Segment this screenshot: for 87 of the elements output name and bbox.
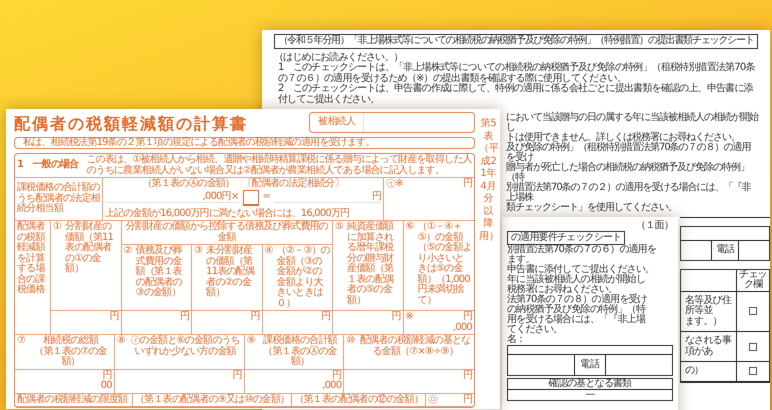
cell-text: （第１表の配偶者の⑨又は⑩の金額） [135,394,290,404]
name-label: 名： [507,335,526,345]
note-text: 及び免除の特例」（租税特別措置法第70条の７の８）の適用を受け [506,143,752,163]
circled-number: ⑦ [17,336,26,346]
circled-number: ④ [264,246,273,256]
note-text: 年に当該被相続人の相続が開始し [507,275,646,285]
cell-mark: ㋑※ [386,179,403,190]
cell-mark: ※ [406,312,414,322]
unit-label: 円 [320,312,330,322]
unit-label: 円 [109,312,118,322]
page-label: （１面） [636,220,673,231]
column-text: ㋑の金額と⑥の金額のうちいずれか少ない方の金額 [130,336,241,357]
field-label: 被相続人 [310,113,364,132]
circled-number: ⑩ [346,336,354,346]
circled-number: ⑤ [335,222,344,232]
column-text: （第１表の⑦の金額） [33,346,108,368]
unit-label: 円 [250,312,260,322]
circled-number: ⑨ [246,336,255,346]
cell-text: （第１表の配偶者の⑫の金額） [294,394,424,404]
group-heading: 分割財産の価額から控除する債務及び葬式費用の金額 [126,221,328,242]
circled-number: ⑧ [116,336,125,346]
section-heading: 1 一般の場合 [17,160,78,171]
column-text: 分割財産の価額（第11表の配偶者の①の金額） [65,222,114,274]
phone-label: 電話 [575,355,606,375]
form-number-label: 第5表（平成21年4月分以降用） [479,117,498,244]
column-text: （第１表のⒶの金額） [262,346,338,368]
equals-sign: = [262,192,270,203]
column-text: 課税価格の合計額 [262,336,338,346]
column-header: チェック欄 [738,270,768,290]
row-label: 配偶者の税額軽減額を計算する場合の課税価格 [17,221,45,295]
note-text: 用を受ける場合には、「『非上場 [507,315,647,325]
declaration-text: 私は、相続税法第19条の２第１項の規定による配偶者の税額軽減の適用を受けます。 [23,136,375,148]
unit-label: 円 [462,394,472,405]
column-text: 債務及び葬式費用の金額（第１表の配偶者の③の金額） [136,246,184,298]
column-text: 純資産価額に加算される暦年課税分の贈与財産価額（第１表の配偶者の⑤の金額） [347,222,395,306]
unit-label: 円 [462,370,472,380]
sheet-title: の適用要件チェックシート [507,231,626,245]
amount-value: 00 [100,380,112,391]
row-text: ます。） [685,316,723,327]
amount-field: 円 [274,192,381,204]
unit-label: 円 [462,179,472,190]
note-text: の納税猶予及び免除の特例」（特 [507,305,646,315]
table-cell: — [585,389,595,400]
cell-text: 〔配偶者の法定相続分〕 [242,179,344,190]
unit-label: 円 [232,370,242,380]
unit-label: 円 [391,312,400,322]
note-text: 1 このチェックシートは、「非上場株式等についての相続税の納税猶予及び免除の特例」（租税特別措置法第70条の７の６）の適用を受けるため（※）の提出書類を確認する際に使用してください。 [277,63,756,84]
intro-text: （はじめにお読みください。） [274,52,403,62]
fraction-box [242,190,259,206]
column-text: 配偶者の税額軽減の基となる金額（⑦×⑧÷⑨） [359,336,472,357]
note-text: 2 このチェックシートは、申告書の作成に際して、特例の適用に係る会社ごとに提出書類を確認の上、申告書に添付してご提出ください。 [277,84,754,105]
row-text: なされる事項があ [685,336,732,357]
note-text: 申告書に添付してご提出ください。 [507,265,656,275]
row-text: 名等及び住所等並 [685,296,732,316]
column-text: 相続税の総額 [42,336,100,346]
unit-label: 円 [332,370,342,380]
row-label: 配偶者の税額軽減の限度額 [17,394,128,405]
amount-field: ,000円× [105,192,239,204]
unit-label: 円 [462,312,472,322]
column-text: （①－④＋⑤）の金額（⑤の金額より小さいときは⑤の金額）（1,000円未満切捨て） [418,222,472,306]
row-text: の） [685,366,704,376]
column-text: 未分割財産の価額（第11表の配偶者の②の金額） [206,246,256,298]
circled-number: ③ [194,246,202,256]
form-title: 配偶者の税額軽減額の計算書 [14,114,248,132]
phone-label: 電話 [712,241,740,260]
note-text: 税務署にお尋ねください。 [507,285,618,295]
unit-label: 円 [102,370,112,380]
note-text: において当該贈与の日の属する年に当該被相続人の相続が開始し [506,113,758,133]
note-text: ます。 [507,255,536,265]
unit-label: 円 [180,312,189,322]
note-text: 別措置法第70条の７の２）の適用を受ける場合には、「『非上場株 [506,183,752,203]
amount-value: ,000 [452,322,472,332]
column-text: （②－③）の金額（③の金額が②の金額より大きいときは０） [276,246,330,309]
note-text: 贈与者が死亡した場合の相続税の納税猶予及び免除の特例」（特 [506,163,749,183]
note-text: てください。 [507,325,564,335]
cell-text: 上記の金額が16,000万円に満たない場合には、16,000万円 [105,208,350,219]
cell-text: （第１表のⒶの金額） [142,179,234,190]
note-text: 法第70条の７の８）の適用を受け [507,295,648,305]
amount-value: ,000 [322,380,342,391]
circled-number: ① [53,222,62,232]
sheet-title: （令和５年分用）「非上場株式等についての相続税の納税猶予及び免除の特例」（特例措置）の提出書類チェックシート [274,34,758,48]
note-text: トは使用できません。詳しくは税務署にお尋ねください。 [506,133,740,143]
cell-mark: ㋺ [428,394,438,405]
circled-number: ② [124,246,132,256]
circled-number: ⑥ [406,222,414,232]
note-text: 類チェックシート」を使用してください。 [506,203,678,213]
row-label: 課税価格の合計額のうち配偶者の法定相続分相当額 [17,183,100,215]
